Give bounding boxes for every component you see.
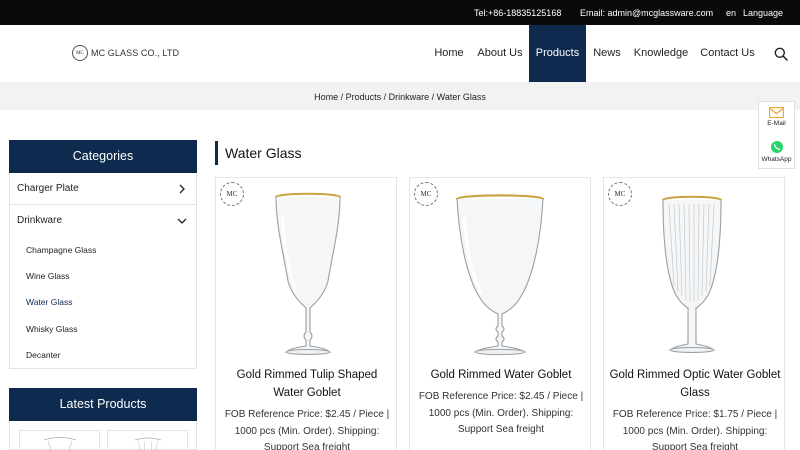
nav-products[interactable]: Products	[529, 25, 586, 82]
chevron-down-icon[interactable]	[177, 216, 187, 226]
nav-news[interactable]: News	[590, 25, 624, 82]
subcategory-decanter[interactable]: Decanter	[26, 350, 61, 360]
product-card[interactable]: MC Gold Rimmed Tulip Shaped Water Goblet…	[215, 177, 397, 450]
categories-panel: Charger Plate Drinkware Champagne Glass …	[9, 173, 197, 369]
breadcrumb[interactable]: Home / Products / Drinkware / Water Glas…	[0, 92, 800, 102]
logo-text: MC GLASS CO., LTD	[91, 48, 180, 58]
product-description: FOB Reference Price: $1.75 / Piece | 100…	[612, 409, 778, 450]
nav-contact-us[interactable]: Contact Us	[699, 25, 756, 82]
page-title: Water Glass	[215, 141, 302, 165]
site-logo[interactable]: MC MC GLASS CO., LTD	[72, 45, 179, 61]
top-bar: Tel:+86-18835125168 Email: admin@mcglass…	[0, 0, 800, 25]
site-header: MC MC GLASS CO., LTD Home About Us Produ…	[0, 25, 800, 82]
product-description: FOB Reference Price: $2.45 / Piece | 100…	[418, 391, 584, 435]
nav-knowledge[interactable]: Knowledge	[632, 25, 690, 82]
category-charger-plate[interactable]: Charger Plate	[10, 173, 196, 205]
product-description: FOB Reference Price: $2.45 / Piece | 100…	[224, 409, 390, 450]
language-code[interactable]: en	[726, 8, 736, 18]
search-icon[interactable]	[774, 47, 788, 61]
category-label: Drinkware	[17, 215, 63, 226]
logo-badge: MC	[72, 45, 88, 61]
latest-products-header: Latest Products	[9, 388, 197, 421]
whatsapp-icon	[770, 141, 783, 153]
subcategory-water-glass[interactable]: Water Glass	[26, 297, 72, 307]
whatsapp-float-button[interactable]: WhatsApp	[759, 140, 794, 163]
nav-about-us[interactable]: About Us	[472, 25, 528, 82]
product-image[interactable]	[604, 186, 785, 358]
nav-home[interactable]: Home	[428, 25, 470, 82]
breadcrumb-bar: Home / Products / Drinkware / Water Glas…	[0, 82, 800, 110]
product-image[interactable]	[410, 186, 591, 358]
category-label: Charger Plate	[17, 183, 79, 194]
phone-link[interactable]: Tel:+86-18835125168	[474, 8, 561, 18]
whatsapp-float-label: WhatsApp	[761, 156, 792, 163]
product-image[interactable]	[216, 186, 397, 358]
language-selector[interactable]: Language	[743, 8, 783, 18]
product-card[interactable]: MC Gold Rimmed Water Goblet FOB Referenc…	[409, 177, 591, 450]
product-title[interactable]: Gold Rimmed Water Goblet	[414, 366, 588, 384]
mail-icon	[769, 107, 784, 118]
subcategory-whisky-glass[interactable]: Whisky Glass	[26, 324, 77, 334]
product-title[interactable]: Gold Rimmed Tulip Shaped Water Goblet	[220, 366, 394, 402]
latest-products-panel	[9, 421, 197, 450]
subcategory-wine-glass[interactable]: Wine Glass	[26, 271, 69, 281]
latest-product-thumb[interactable]	[19, 430, 100, 450]
latest-product-thumb[interactable]	[107, 430, 188, 450]
chevron-right-icon[interactable]	[177, 184, 187, 194]
subcategory-champagne-glass[interactable]: Champagne Glass	[26, 245, 96, 255]
email-float-button[interactable]: E-Mail	[759, 107, 794, 127]
categories-header: Categories	[9, 140, 197, 173]
product-card[interactable]: MC Gold Rimmed Optic Water Goblet Glass …	[603, 177, 785, 450]
email-link[interactable]: Email: admin@mcglassware.com	[580, 8, 713, 18]
product-title[interactable]: Gold Rimmed Optic Water Goblet Glass	[608, 366, 782, 402]
category-drinkware[interactable]: Drinkware	[10, 205, 196, 237]
email-float-label: E-Mail	[767, 120, 786, 127]
floating-contact-bar: E-Mail WhatsApp	[758, 101, 795, 169]
